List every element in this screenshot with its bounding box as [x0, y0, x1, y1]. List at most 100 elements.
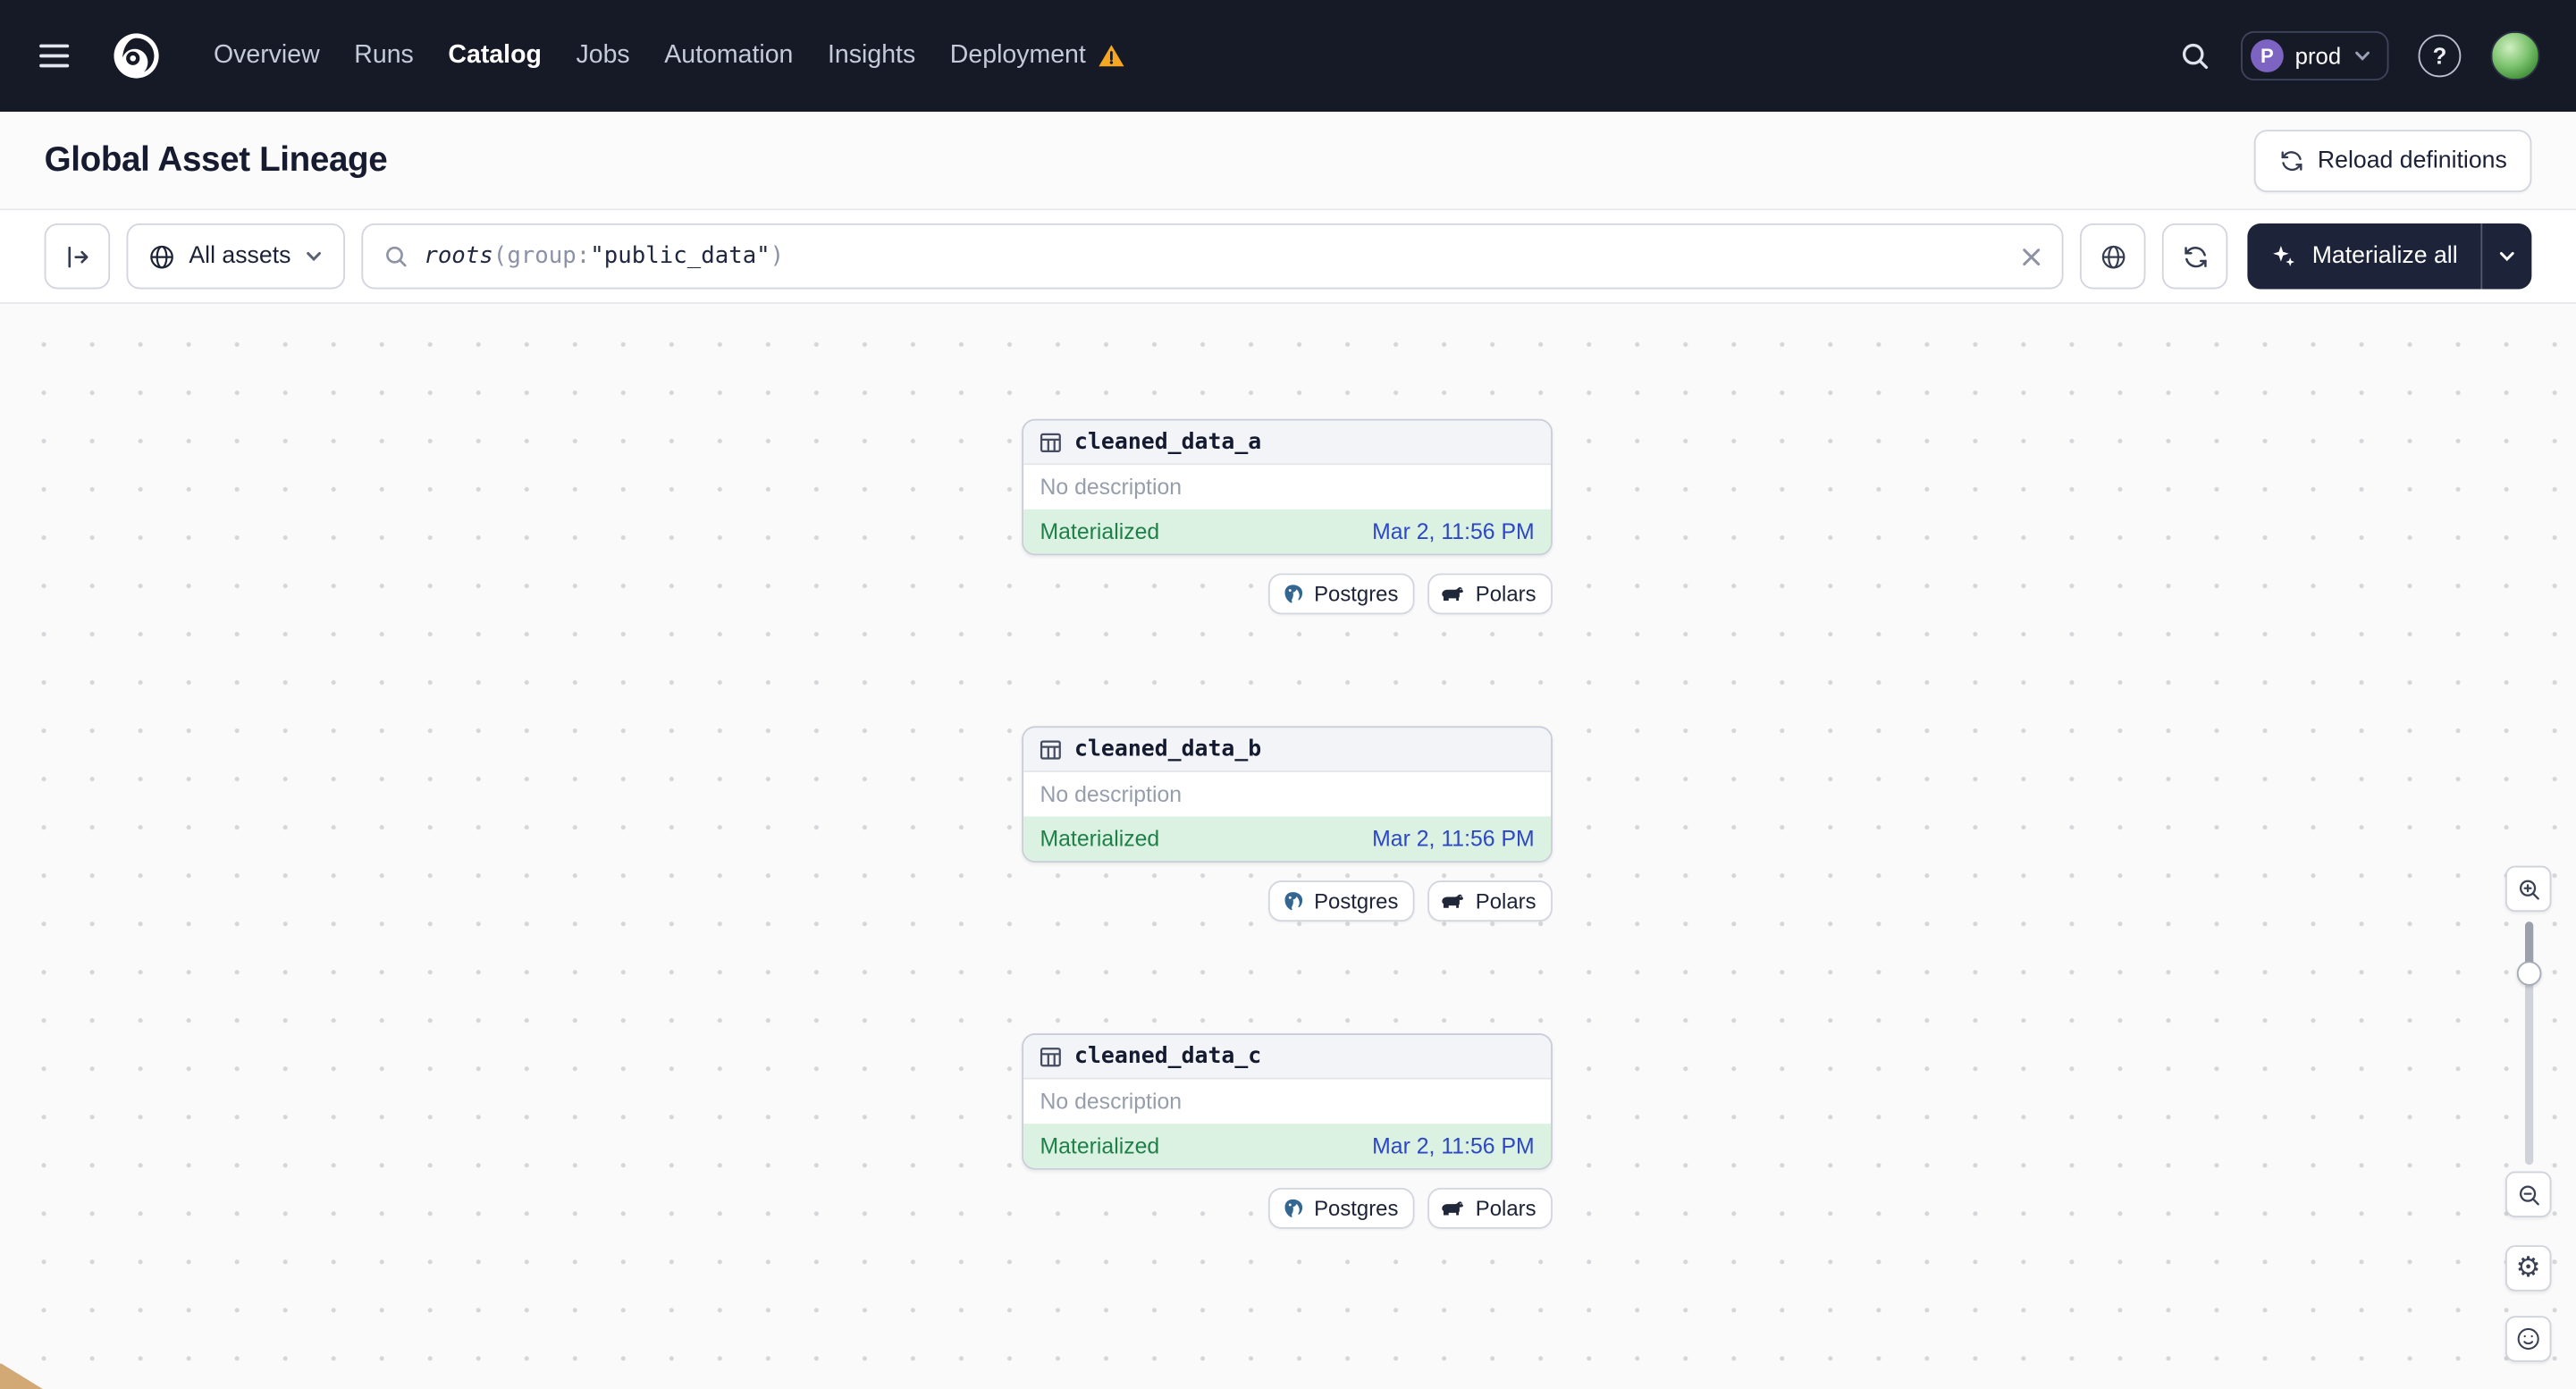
asset-query-text: roots ( group: "public_data" ) [424, 243, 784, 269]
search-icon [383, 243, 408, 269]
globe-icon [2100, 242, 2127, 270]
asset-name: cleaned_data_b [1074, 736, 1262, 762]
asset-node-group: cleaned_data_b No description Materializ… [1022, 726, 1553, 922]
lineage-canvas[interactable]: cleaned_data_a No description Materializ… [0, 304, 2576, 1389]
materialize-all-label: Materialize all [2311, 243, 2458, 270]
feedback-button[interactable] [2504, 1316, 2552, 1362]
tag-label: Polars [1475, 1196, 1536, 1221]
top-nav: Overview Runs Catalog Jobs Automation In… [0, 0, 2576, 112]
env-name: prod [2294, 42, 2342, 70]
asset-node-cleaned-data-b[interactable]: cleaned_data_b No description Materializ… [1022, 726, 1553, 863]
nav-item-insights[interactable]: Insights [828, 41, 915, 71]
deployment-switcher[interactable]: P prod [2240, 30, 2389, 81]
zoom-out-button[interactable] [2504, 1171, 2552, 1217]
tag-postgres[interactable]: Postgres [1267, 880, 1415, 922]
asset-scope-dropdown[interactable]: All assets [126, 223, 346, 290]
clear-query-button[interactable] [2021, 246, 2042, 267]
asset-node-cleaned-data-a[interactable]: cleaned_data_a No description Materializ… [1022, 418, 1553, 556]
nav-item-label: Jobs [576, 40, 630, 70]
lineage-toolbar: All assets roots ( group: "public_data" … [0, 210, 2576, 305]
nav-item-label: Catalog [448, 40, 542, 70]
asset-tag-row: Postgres Polars [1022, 1187, 1553, 1229]
asset-node-cleaned-data-c[interactable]: cleaned_data_c No description Materializ… [1022, 1033, 1553, 1170]
query-function: roots [424, 243, 493, 270]
tag-postgres[interactable]: Postgres [1267, 573, 1415, 615]
materialize-options-button[interactable] [2482, 223, 2531, 290]
search-button[interactable] [2178, 39, 2211, 72]
asset-tag-row: Postgres Polars [1022, 880, 1553, 922]
tag-polars[interactable]: Polars [1427, 1187, 1553, 1229]
tag-label: Postgres [1314, 1196, 1399, 1221]
asset-description: No description [1040, 781, 1183, 807]
chevron-down-icon [2353, 46, 2372, 65]
materialization-timestamp-link[interactable]: Mar 2, 11:56 PM [1372, 1133, 1535, 1158]
asset-card-header: cleaned_data_a [1023, 420, 1552, 466]
warning-icon [1098, 43, 1125, 69]
page-title: Global Asset Lineage [44, 140, 388, 179]
zoom-slider-handle[interactable] [2516, 961, 2542, 986]
nav-item-label: Runs [354, 40, 414, 70]
question-mark-icon: ? [2432, 42, 2447, 70]
user-avatar[interactable] [2490, 30, 2540, 81]
asset-query-input[interactable]: roots ( group: "public_data" ) [361, 223, 2065, 290]
asset-name: cleaned_data_c [1074, 1043, 1262, 1070]
postgres-icon [1281, 583, 1304, 606]
postgres-icon [1281, 1197, 1304, 1220]
help-button[interactable]: ? [2418, 34, 2462, 78]
polars-icon [1441, 892, 1466, 910]
sparkle-icon [2271, 243, 2297, 269]
polars-icon [1441, 1200, 1466, 1217]
tag-polars[interactable]: Polars [1427, 880, 1553, 922]
nav-item-jobs[interactable]: Jobs [576, 41, 629, 71]
refresh-icon [2182, 242, 2210, 270]
nav-item-overview[interactable]: Overview [214, 41, 320, 71]
postgres-icon [1281, 889, 1304, 913]
query-paren-open: ( [492, 243, 508, 270]
graph-view-options-button[interactable] [2080, 223, 2147, 290]
minimap-corner [0, 1362, 43, 1389]
materialization-timestamp-link[interactable]: Mar 2, 11:56 PM [1372, 827, 1535, 852]
tag-label: Postgres [1314, 581, 1399, 607]
status-badge: Materialized [1040, 518, 1160, 544]
chevron-down-icon [2497, 247, 2517, 266]
tag-label: Postgres [1314, 888, 1399, 913]
tag-polars[interactable]: Polars [1427, 573, 1553, 615]
reload-icon [2278, 147, 2304, 173]
zoom-in-icon [2516, 877, 2541, 902]
asset-card-header: cleaned_data_c [1023, 1034, 1552, 1080]
graph-settings-button[interactable]: ⚙ [2504, 1245, 2552, 1292]
tag-postgres[interactable]: Postgres [1267, 1187, 1415, 1229]
asset-status-bar: Materialized Mar 2, 11:56 PM [1023, 509, 1552, 554]
panel-toggle-icon [63, 242, 91, 270]
asset-status-bar: Materialized Mar 2, 11:56 PM [1023, 1124, 1552, 1168]
materialization-timestamp-link[interactable]: Mar 2, 11:56 PM [1372, 519, 1535, 544]
open-left-panel-button[interactable] [44, 223, 111, 290]
nav-right-cluster: P prod ? [2178, 30, 2540, 81]
main-nav: Overview Runs Catalog Jobs Automation In… [214, 41, 1125, 71]
nav-item-label: Overview [213, 40, 320, 70]
nav-item-deployment[interactable]: Deployment [950, 41, 1125, 71]
table-icon [1039, 737, 1064, 762]
polars-icon [1441, 585, 1466, 602]
asset-description: No description [1040, 475, 1183, 500]
zoom-out-icon [2516, 1182, 2541, 1207]
reload-definitions-button[interactable]: Reload definitions [2253, 129, 2532, 192]
tag-label: Polars [1475, 888, 1536, 913]
zoom-in-button[interactable] [2504, 865, 2552, 913]
nav-item-runs[interactable]: Runs [354, 41, 414, 71]
page-header: Global Asset Lineage Reload definitions [0, 111, 2576, 211]
globe-icon [147, 242, 175, 270]
nav-item-automation[interactable]: Automation [664, 41, 793, 71]
tag-label: Polars [1475, 581, 1536, 607]
asset-node-group: cleaned_data_c No description Materializ… [1022, 1033, 1553, 1229]
canvas-controls: ⚙ [2504, 865, 2552, 1362]
gear-icon: ⚙ [2515, 1250, 2541, 1284]
materialize-all-button[interactable]: Materialize all [2248, 223, 2480, 290]
refresh-graph-button[interactable] [2162, 223, 2228, 290]
nav-item-catalog[interactable]: Catalog [448, 41, 541, 71]
status-badge: Materialized [1040, 826, 1160, 852]
materialize-split-button: Materialize all [2248, 223, 2532, 290]
close-icon [2021, 246, 2042, 267]
search-icon [2178, 39, 2211, 72]
hamburger-menu-button[interactable] [26, 28, 81, 83]
